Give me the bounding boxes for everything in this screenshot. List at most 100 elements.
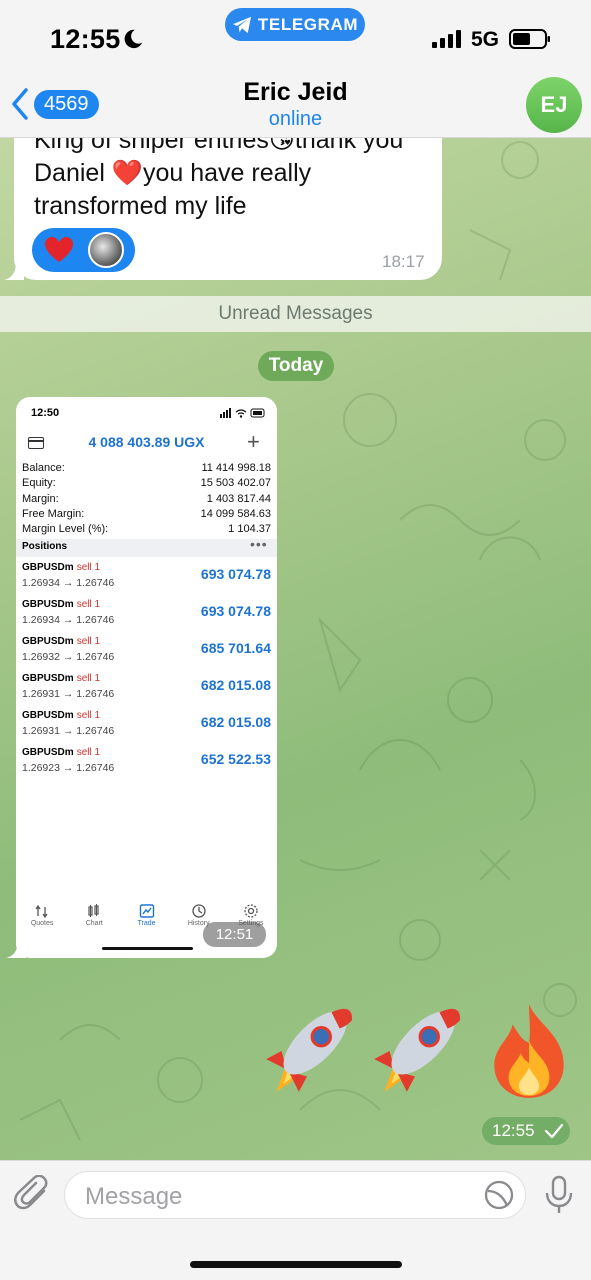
message-text-part: you have really bbox=[142, 159, 312, 187]
photo-status-bar: 12:50 bbox=[16, 397, 277, 427]
message-time: 18:17 bbox=[382, 252, 425, 271]
paperclip-icon[interactable] bbox=[14, 1175, 52, 1215]
message-text-line: Daniel ❤️you have really bbox=[34, 157, 434, 190]
position-symbol: GBPUSDm sell 1 bbox=[22, 710, 100, 721]
position-row: GBPUSDm sell 1 1.26934 → 1.26746 693 074.78 bbox=[16, 595, 277, 632]
photo-toolbar: 4 088 403.89 UGX + bbox=[16, 430, 277, 456]
position-profit: 652 522.53 bbox=[200, 751, 271, 767]
microphone-icon[interactable] bbox=[543, 1175, 575, 1215]
rocket-icon bbox=[266, 1008, 352, 1092]
status-icons bbox=[220, 408, 265, 418]
position-side: sell 1 bbox=[76, 673, 101, 684]
position-row: GBPUSDm sell 1 1.26931 → 1.26746 682 015.08 bbox=[16, 669, 277, 706]
chat-header: 4569 Eric Jeid online EJ bbox=[0, 70, 591, 138]
photo-home-indicator bbox=[102, 947, 193, 950]
position-symbol: GBPUSDm sell 1 bbox=[22, 562, 100, 573]
message-text: King of sniper entries😘thank you Daniel … bbox=[34, 138, 434, 223]
chart-icon bbox=[88, 904, 99, 917]
telegram-label: TELEGRAM bbox=[257, 14, 359, 34]
photo-tab-trade: Trade bbox=[120, 900, 172, 938]
chat-title[interactable]: Eric Jeid bbox=[0, 78, 591, 107]
photo-tab-quotes: Quotes bbox=[16, 900, 68, 938]
summary-row: Margin: 1 403 817.44 bbox=[22, 492, 271, 507]
reaction-pill[interactable] bbox=[32, 228, 135, 272]
quotes-icon bbox=[35, 904, 48, 919]
position-prices: 1.26932 → 1.26746 bbox=[22, 651, 115, 663]
tab-label: Quotes bbox=[30, 920, 54, 927]
return-to-telegram-pill[interactable]: TELEGRAM bbox=[225, 8, 365, 41]
screenshot-photo-message[interactable]: 12:50 4 088 403.89 UGX + Balance: 11 414 … bbox=[16, 397, 277, 958]
symbol-text: GBPUSDm bbox=[22, 710, 74, 721]
unread-messages-divider: Unread Messages bbox=[0, 296, 591, 332]
position-profit: 682 015.08 bbox=[200, 677, 271, 693]
position-row: GBPUSDm sell 1 1.26923 → 1.26746 652 522.53 bbox=[16, 743, 277, 780]
position-prices: 1.26934 → 1.26746 bbox=[22, 614, 115, 626]
message-composer: Message bbox=[0, 1160, 591, 1280]
position-side: sell 1 bbox=[76, 747, 101, 758]
message-text-line: transformed my life bbox=[34, 192, 247, 220]
fire-icon bbox=[494, 1004, 564, 1098]
position-prices: 1.26923 → 1.26746 bbox=[22, 762, 115, 774]
moon-icon bbox=[124, 29, 143, 49]
date-separator: Today bbox=[258, 351, 334, 381]
position-prices: 1.26934 → 1.26746 bbox=[22, 577, 115, 589]
positions-title: Positions bbox=[22, 541, 68, 552]
status-time: 12:55 bbox=[50, 24, 121, 54]
position-row: GBPUSDm sell 1 1.26932 → 1.26746 685 701.64 bbox=[16, 632, 277, 669]
battery-icon bbox=[509, 29, 550, 49]
symbol-text: GBPUSDm bbox=[22, 562, 74, 573]
sticker-icon[interactable] bbox=[483, 1179, 515, 1211]
position-symbol: GBPUSDm sell 1 bbox=[22, 673, 100, 684]
position-prices: 1.26931 → 1.26746 bbox=[22, 725, 115, 737]
message-input[interactable]: Message bbox=[64, 1171, 526, 1219]
symbol-text: GBPUSDm bbox=[22, 747, 74, 758]
position-side: sell 1 bbox=[76, 599, 101, 610]
message-text-part: Daniel bbox=[34, 159, 112, 187]
symbol-text: GBPUSDm bbox=[22, 673, 74, 684]
bubble-tail bbox=[6, 940, 26, 958]
summary-value: 1 403 817.44 bbox=[206, 492, 271, 505]
tab-label: Chart bbox=[85, 920, 103, 927]
reactor-avatar bbox=[88, 232, 124, 268]
position-row: GBPUSDm sell 1 1.26934 → 1.26746 693 074.78 bbox=[16, 558, 277, 595]
summary-row: Margin Level (%): 1 104.37 bbox=[22, 522, 271, 537]
positions-header: Positions ••• bbox=[16, 536, 277, 557]
position-side: sell 1 bbox=[76, 562, 101, 573]
heart-emoji: ❤️ bbox=[111, 159, 143, 187]
paper-plane-icon bbox=[232, 16, 251, 33]
position-symbol: GBPUSDm sell 1 bbox=[22, 599, 100, 610]
incoming-message-bubble[interactable]: King of sniper entries😘thank you Daniel … bbox=[14, 138, 442, 280]
contact-avatar[interactable]: EJ bbox=[526, 77, 582, 133]
emoji-message[interactable] bbox=[256, 1000, 576, 1110]
position-profit: 693 074.78 bbox=[200, 566, 271, 582]
trade-icon bbox=[139, 904, 154, 918]
message-text-line: King of sniper entries😘thank you bbox=[34, 138, 404, 154]
photo-tab-chart: Chart bbox=[68, 900, 120, 938]
summary-label: Margin: bbox=[22, 492, 59, 505]
checkmark-icon bbox=[544, 1123, 564, 1139]
account-summary: Balance: 11 414 998.18 Equity: 15 503 402.0… bbox=[22, 461, 271, 537]
chat-status: online bbox=[268, 108, 323, 130]
plus-icon: + bbox=[247, 429, 260, 454]
position-profit: 682 015.08 bbox=[200, 714, 271, 730]
heart-icon bbox=[45, 237, 73, 262]
bubble-tail bbox=[4, 262, 24, 280]
settings-icon bbox=[244, 904, 258, 918]
network-type: 5G bbox=[471, 28, 500, 51]
more-icon: ••• bbox=[250, 536, 268, 552]
summary-value: 15 503 402.07 bbox=[200, 477, 271, 490]
photo-message-time: 12:51 bbox=[203, 922, 266, 947]
summary-label: Free Margin: bbox=[22, 507, 85, 520]
position-profit: 693 074.78 bbox=[200, 603, 271, 619]
position-prices: 1.26931 → 1.26746 bbox=[22, 688, 115, 700]
photo-status-time: 12:50 bbox=[31, 407, 60, 419]
message-placeholder: Message bbox=[85, 1183, 183, 1210]
position-symbol: GBPUSDm sell 1 bbox=[22, 747, 100, 758]
position-profit: 685 701.64 bbox=[200, 640, 271, 656]
history-icon bbox=[192, 904, 206, 918]
summary-value: 11 414 998.18 bbox=[201, 462, 271, 474]
position-side: sell 1 bbox=[76, 710, 101, 721]
summary-label: Equity: bbox=[22, 477, 56, 490]
position-symbol: GBPUSDm sell 1 bbox=[22, 636, 100, 647]
summary-row: Balance: 11 414 998.18 bbox=[22, 461, 271, 476]
